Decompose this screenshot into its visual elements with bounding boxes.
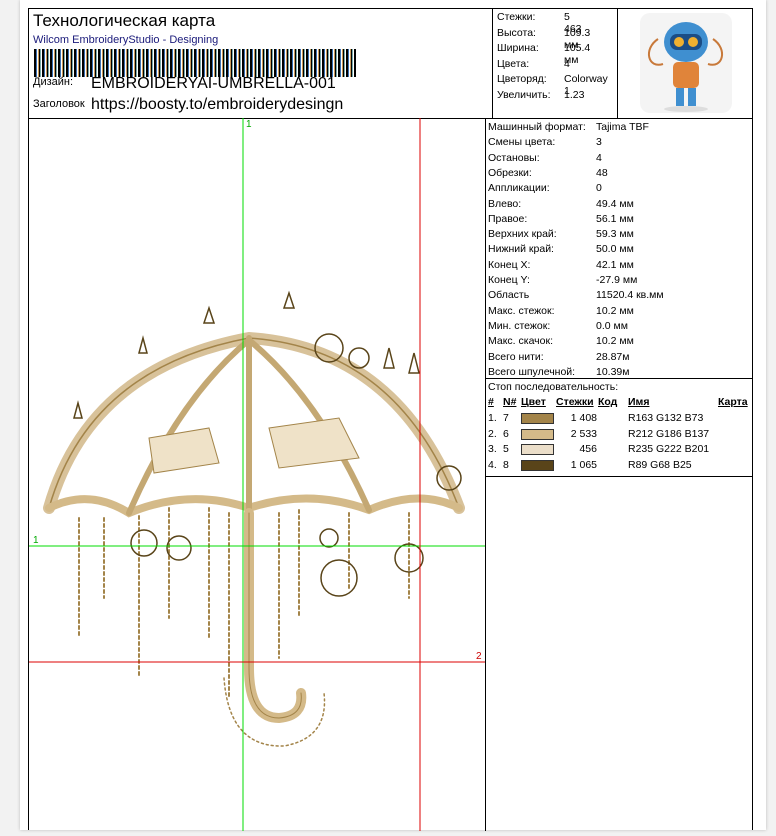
barcode	[34, 49, 356, 77]
col-n: N#	[503, 396, 517, 408]
seq-num: 2.	[488, 427, 497, 440]
detail-value: 0.0 мм	[596, 319, 628, 332]
detail-value: 10.2 мм	[596, 335, 634, 348]
col-stitches: Стежки	[556, 396, 594, 408]
color-swatch	[521, 459, 554, 471]
detail-label: Влево:	[488, 197, 522, 210]
seq-needle: 8	[503, 458, 509, 471]
detail-value: 42.1 мм	[596, 258, 634, 271]
summary-row: Увеличить: 1.23	[497, 88, 584, 104]
umbrella-design-preview	[29, 118, 485, 831]
detail-label: Остановы:	[488, 151, 540, 164]
detail-value: 10.2 мм	[596, 304, 634, 317]
summary-label: Цвета:	[497, 57, 530, 70]
detail-value: 11520.4 кв.мм	[596, 289, 664, 302]
detail-label: Машинный формат:	[488, 121, 586, 133]
detail-label: Макс. скачок:	[488, 335, 554, 348]
detail-label: Аппликации:	[488, 182, 550, 195]
detail-label: Конец X:	[488, 258, 531, 271]
summary-row: Цвета: 4	[497, 57, 570, 73]
detail-value: 59.3 мм	[596, 228, 634, 241]
detail-value: 10.39м	[596, 365, 630, 378]
detail-label: Макс. стежок:	[488, 304, 555, 317]
summary-value: 1.23	[564, 88, 585, 101]
detail-label: Правое:	[488, 212, 528, 225]
summary-value: 4	[564, 57, 570, 70]
col-color: Цвет	[521, 396, 546, 408]
header: Технологическая карта Wilcom EmbroideryS…	[29, 9, 752, 119]
summary-label: Цветоряд:	[497, 73, 547, 85]
heading-value: https://boosty.to/embroiderydesingn	[91, 96, 344, 113]
detail-value: 4	[596, 151, 602, 164]
detail-label: Область	[488, 289, 530, 302]
software-name: Wilcom EmbroideryStudio - Designing	[33, 34, 219, 46]
summary-row: Высота: 109.3 мм	[497, 26, 590, 51]
detail-value: -27.9 мм	[596, 274, 638, 286]
detail-label: Всего нити:	[488, 350, 544, 363]
design-name: EMBROIDERYAI-UMBRELLA-001	[91, 75, 336, 92]
summary-stats: Стежки: 5 463 Высота: 109.3 мм Ширина: 105.4 …	[493, 9, 618, 118]
robot-image	[640, 13, 732, 113]
seq-needle: 7	[503, 412, 509, 424]
seq-name: R212 G186 B137	[628, 427, 710, 440]
seq-num: 3.	[488, 443, 497, 455]
design-thumbnail	[618, 9, 752, 118]
seq-needle: 5	[503, 443, 509, 455]
color-swatch	[521, 413, 554, 424]
col-num: #	[488, 396, 494, 408]
stop-sequence: Стоп последовательность: # N# Цвет Стежк…	[486, 378, 752, 477]
summary-label: Высота:	[497, 26, 536, 39]
detail-label: Конец Y:	[488, 274, 530, 286]
seq-needle: 6	[503, 427, 509, 440]
col-chart: Карта	[718, 396, 748, 408]
seq-stitches: 456	[579, 443, 597, 455]
seq-stitches: 2 533	[570, 427, 597, 440]
page-title: Технологическая карта	[33, 11, 216, 30]
design-label: Дизайн:	[33, 76, 74, 88]
detail-value: Tajima TBF	[596, 121, 649, 133]
col-name: Имя	[628, 396, 650, 408]
detail-label: Смены цвета:	[488, 136, 556, 149]
marker-h1: 1	[33, 535, 39, 546]
detail-value: 0	[596, 182, 602, 195]
summary-label: Ширина:	[497, 42, 539, 54]
detail-label: Всего шпулечной:	[488, 365, 576, 378]
summary-row: Цветоряд: Colorway 1	[497, 73, 608, 97]
worksheet: Технологическая карта Wilcom EmbroideryS…	[28, 8, 753, 831]
detail-value: 49.4 мм	[596, 197, 634, 210]
marker-v1: 1	[246, 119, 252, 130]
col-code: Код	[598, 396, 618, 408]
seq-name: R163 G132 B73	[628, 412, 704, 424]
color-swatch	[521, 428, 554, 440]
design-canvas: 1 1 2	[29, 118, 486, 831]
detail-value: 48	[596, 166, 608, 179]
heading-label: Заголовок	[33, 98, 85, 110]
summary-row: Стежки: 5 463	[497, 11, 582, 35]
color-swatch	[521, 444, 554, 455]
detail-label: Верхних край:	[488, 228, 557, 241]
seq-num: 4.	[488, 458, 497, 471]
summary-label: Увеличить:	[497, 88, 551, 101]
seq-stitches: 1 065	[570, 458, 597, 471]
marker-2: 2	[476, 651, 482, 662]
sequence-title: Стоп последовательность:	[488, 381, 619, 393]
seq-stitches: 1 408	[570, 412, 597, 424]
detail-value: 3	[596, 136, 602, 149]
summary-label: Стежки:	[497, 11, 536, 23]
detail-label: Обрезки:	[488, 166, 532, 179]
seq-name: R89 G68 B25	[628, 458, 692, 471]
detail-value: 28.87м	[596, 350, 630, 363]
detail-label: Мин. стежок:	[488, 319, 551, 332]
seq-num: 1.	[488, 412, 497, 424]
detail-label: Нижний край:	[488, 243, 554, 256]
summary-row: Ширина: 105.4 мм	[497, 42, 590, 66]
detail-value: 56.1 мм	[596, 212, 634, 225]
detail-value: 50.0 мм	[596, 243, 634, 256]
seq-name: R235 G222 B201	[628, 443, 710, 455]
header-info: Технологическая карта Wilcom EmbroideryS…	[29, 9, 493, 118]
